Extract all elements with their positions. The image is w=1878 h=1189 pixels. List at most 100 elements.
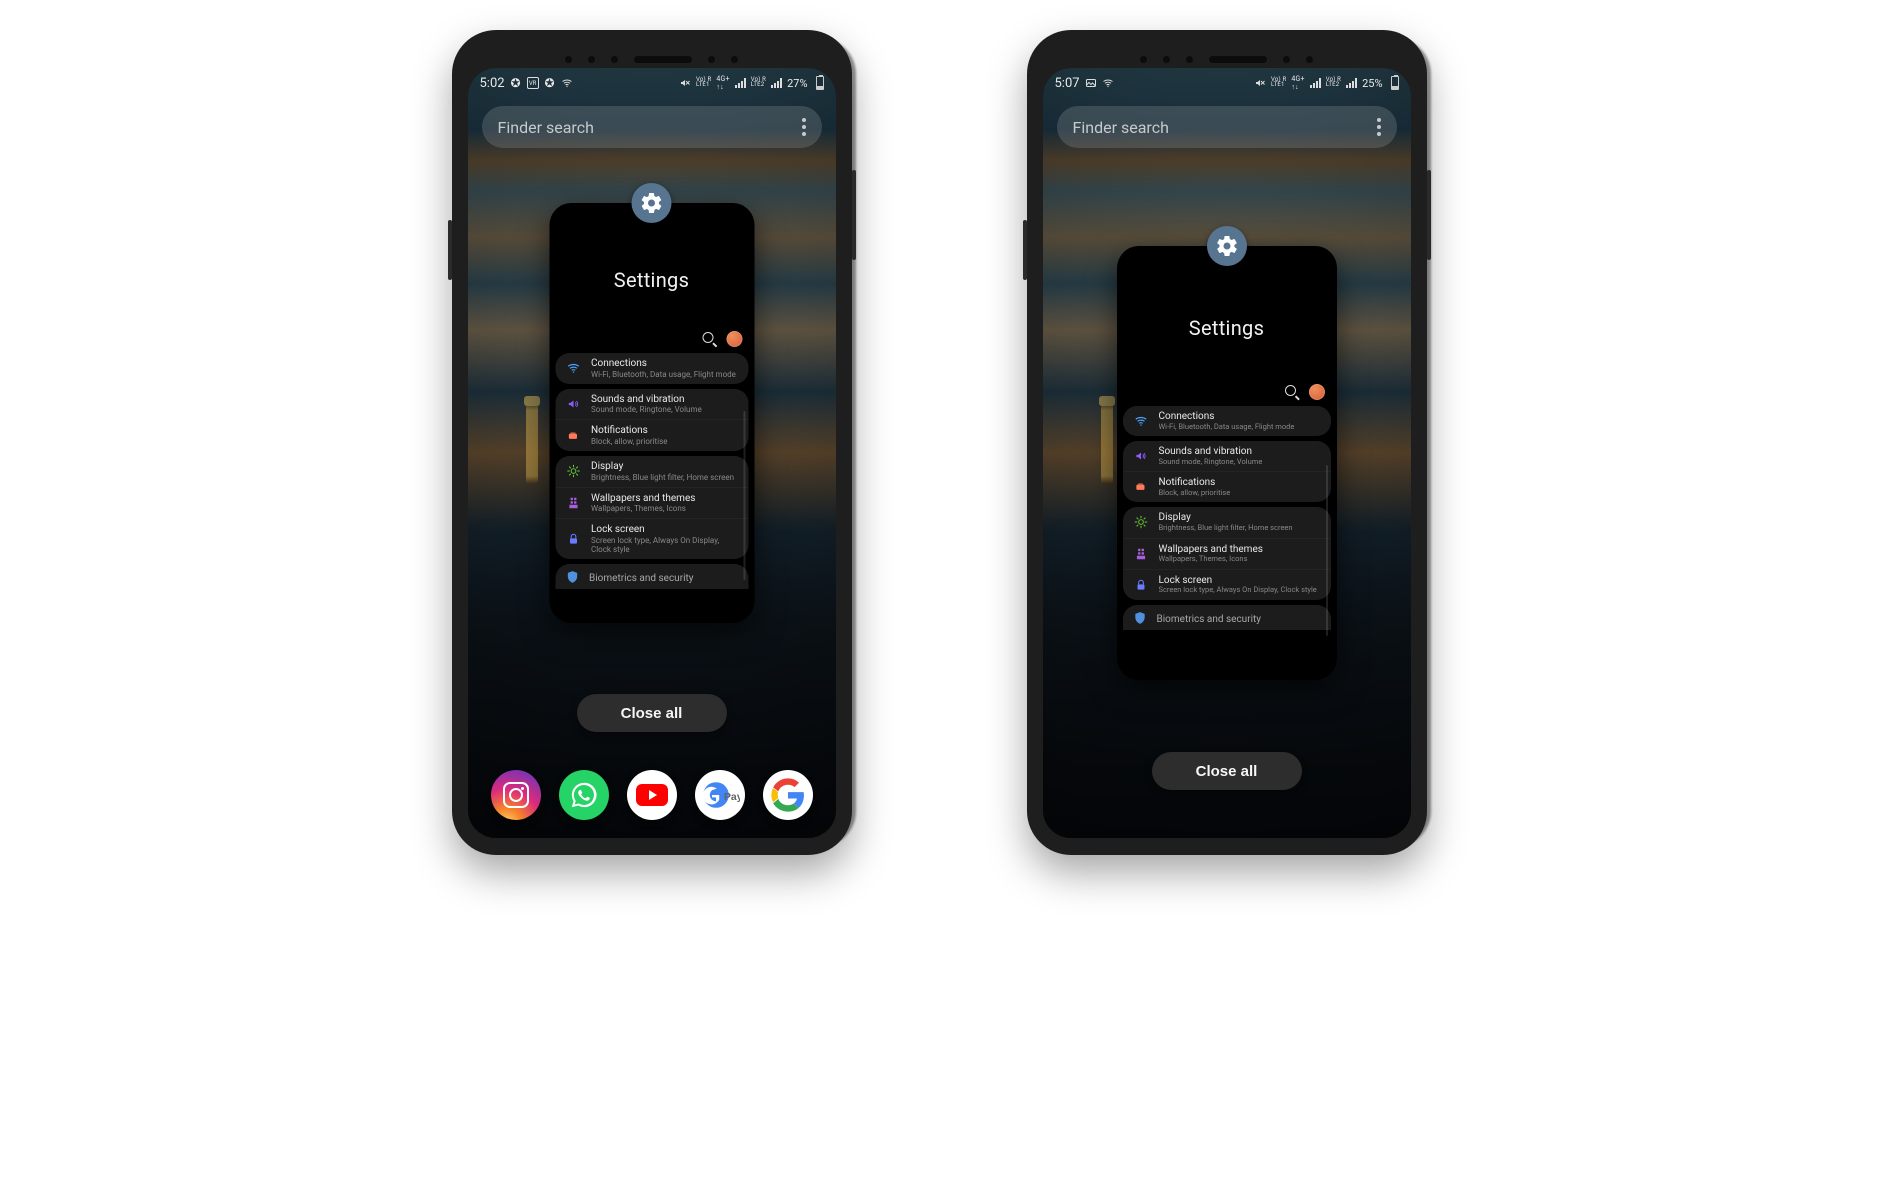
gear-icon[interactable] [1207, 226, 1247, 266]
settings-row-wifi[interactable]: Connections Wi-Fi, Bluetooth, Data usage… [555, 353, 748, 384]
instagram-app-icon[interactable] [491, 770, 541, 820]
settings-group: Connections Wi-Fi, Bluetooth, Data usage… [555, 353, 748, 384]
lock-icon [1133, 577, 1149, 593]
status-lte2: Vo) R LTE2 [751, 78, 766, 88]
settings-row-subtitle: Brightness, Blue light filter, Home scre… [1159, 524, 1293, 533]
settings-row-title: Sounds and vibration [591, 394, 702, 406]
settings-row-subtitle: Wi-Fi, Bluetooth, Data usage, Flight mod… [591, 370, 736, 379]
sound-icon [1133, 448, 1149, 464]
settings-row-title: Sounds and vibration [1159, 446, 1263, 458]
settings-row-subtitle: Brightness, Blue light filter, Home scre… [591, 473, 734, 482]
settings-row-notif[interactable]: Notifications Block, allow, prioritise [1123, 472, 1331, 502]
settings-row-title: Notifications [591, 425, 667, 437]
settings-title: Settings [1117, 316, 1337, 340]
avatar-icon[interactable] [726, 331, 742, 347]
overflow-menu-icon[interactable] [1377, 118, 1381, 136]
settings-row-title: Connections [1159, 411, 1295, 423]
finder-search[interactable]: Finder search [1057, 106, 1397, 148]
finder-placeholder: Finder search [498, 118, 594, 137]
wifi-icon [561, 77, 573, 89]
app-badge-icon: ✪ [510, 77, 522, 89]
battery-icon [1391, 76, 1399, 90]
settings-row-subtitle: Wallpapers, Themes, Icons [591, 504, 695, 513]
settings-row-sound[interactable]: Sounds and vibration Sound mode, Rington… [555, 389, 748, 421]
display-icon [1133, 514, 1149, 530]
scrollbar[interactable] [1326, 465, 1328, 637]
settings-row-subtitle: Wi-Fi, Bluetooth, Data usage, Flight mod… [1159, 423, 1295, 432]
settings-row-subtitle: Wallpapers, Themes, Icons [1159, 555, 1263, 564]
settings-row-theme[interactable]: Wallpapers and themes Wallpapers, Themes… [555, 488, 748, 520]
settings-row-theme[interactable]: Wallpapers and themes Wallpapers, Themes… [1123, 539, 1331, 570]
status-lte1: Vo) R LTE1 [696, 78, 711, 88]
settings-row-subtitle: Screen lock type, Always On Display, Clo… [1159, 586, 1317, 595]
gpay-app-icon[interactable]: Pay [695, 770, 745, 820]
status-network-gen: 4G+↑↓ [1291, 75, 1304, 91]
wifi-icon [565, 360, 581, 376]
settings-group: Sounds and vibration Sound mode, Rington… [1123, 441, 1331, 502]
app-badge-icon: ✪ [544, 77, 556, 89]
search-icon[interactable] [702, 332, 716, 346]
wifi-icon [1102, 77, 1114, 89]
settings-row-title: Wallpapers and themes [591, 493, 695, 505]
settings-list: Connections Wi-Fi, Bluetooth, Data usage… [1123, 406, 1331, 674]
settings-row-display[interactable]: Display Brightness, Blue light filter, H… [1123, 507, 1331, 538]
settings-row-title: Lock screen [591, 524, 740, 536]
finder-search[interactable]: Finder search [482, 106, 822, 148]
phone-mock-right: 5:07 Vo) R LTE1 4G+↑↓ Vo) R LTE2 25% [1027, 30, 1427, 855]
settings-card-preview[interactable]: Settings Connections Wi-Fi, Bluetooth, D… [549, 203, 754, 623]
settings-row-wifi[interactable]: Connections Wi-Fi, Bluetooth, Data usage… [1123, 406, 1331, 436]
status-battery-pct: 27% [787, 77, 807, 90]
vr-badge-icon: VR [527, 77, 539, 89]
settings-row-subtitle: Block, allow, prioritise [1159, 489, 1231, 498]
settings-row-title: Biometrics and security [1157, 614, 1262, 625]
notification-icon [1133, 479, 1149, 495]
wallpaper-lighthouse [1101, 404, 1113, 484]
whatsapp-app-icon[interactable] [559, 770, 609, 820]
phone-mock-left: 5:02 ✪ VR ✪ Vo) R LTE1 4G+↑↓ Vo) R LTE2 … [452, 30, 852, 855]
shield-icon [1133, 611, 1147, 628]
settings-row-subtitle: Sound mode, Ringtone, Volume [1159, 458, 1263, 467]
phone-screen: 5:07 Vo) R LTE1 4G+↑↓ Vo) R LTE2 25% [1043, 68, 1411, 838]
settings-row-lock[interactable]: Lock screen Screen lock type, Always On … [1123, 570, 1331, 600]
lock-icon [565, 531, 581, 547]
settings-row-title: Biometrics and security [589, 573, 694, 584]
search-icon[interactable] [1285, 385, 1299, 399]
status-time: 5:07 [1055, 76, 1080, 91]
settings-row-notif[interactable]: Notifications Block, allow, prioritise [555, 420, 748, 451]
settings-row-lock[interactable]: Lock screen Screen lock type, Always On … [555, 519, 748, 559]
settings-group: Display Brightness, Blue light filter, H… [1123, 507, 1331, 599]
settings-title: Settings [549, 268, 754, 292]
google-app-icon[interactable] [763, 770, 813, 820]
youtube-app-icon[interactable] [627, 770, 677, 820]
settings-group: Connections Wi-Fi, Bluetooth, Data usage… [1123, 406, 1331, 436]
gear-icon[interactable] [632, 183, 672, 223]
recent-app-card[interactable]: Settings Connections Wi-Fi, Bluetooth, D… [549, 203, 754, 623]
scrollbar[interactable] [743, 411, 745, 580]
settings-row-display[interactable]: Display Brightness, Blue light filter, H… [555, 456, 748, 488]
settings-row-title: Display [591, 461, 734, 473]
settings-row-sound[interactable]: Sounds and vibration Sound mode, Rington… [1123, 441, 1331, 472]
phone-screen: 5:02 ✪ VR ✪ Vo) R LTE1 4G+↑↓ Vo) R LTE2 … [468, 68, 836, 838]
battery-icon [816, 76, 824, 90]
settings-row-biometrics[interactable]: Biometrics and security [1123, 605, 1331, 630]
settings-row-title: Connections [591, 358, 736, 370]
finder-placeholder: Finder search [1073, 118, 1169, 137]
status-bar: 5:07 Vo) R LTE1 4G+↑↓ Vo) R LTE2 25% [1043, 68, 1411, 96]
overflow-menu-icon[interactable] [802, 118, 806, 136]
settings-row-subtitle: Block, allow, prioritise [591, 437, 667, 446]
display-icon [565, 463, 581, 479]
close-all-button[interactable]: Close all [1152, 752, 1302, 790]
notification-icon [565, 428, 581, 444]
wallpaper-lighthouse [526, 404, 538, 484]
theme-icon [1133, 546, 1149, 562]
status-lte1: Vo) R LTE1 [1271, 78, 1286, 88]
close-all-button[interactable]: Close all [577, 694, 727, 732]
status-time: 5:02 [480, 76, 505, 91]
settings-group: Sounds and vibration Sound mode, Rington… [555, 389, 748, 451]
recent-app-card[interactable]: Settings Connections Wi-Fi, Bluetooth, D… [1117, 246, 1337, 680]
settings-row-subtitle: Sound mode, Ringtone, Volume [591, 405, 702, 414]
avatar-icon[interactable] [1309, 384, 1325, 400]
sound-icon [565, 396, 581, 412]
settings-row-biometrics[interactable]: Biometrics and security [555, 564, 748, 589]
settings-card-preview[interactable]: Settings Connections Wi-Fi, Bluetooth, D… [1117, 246, 1337, 680]
